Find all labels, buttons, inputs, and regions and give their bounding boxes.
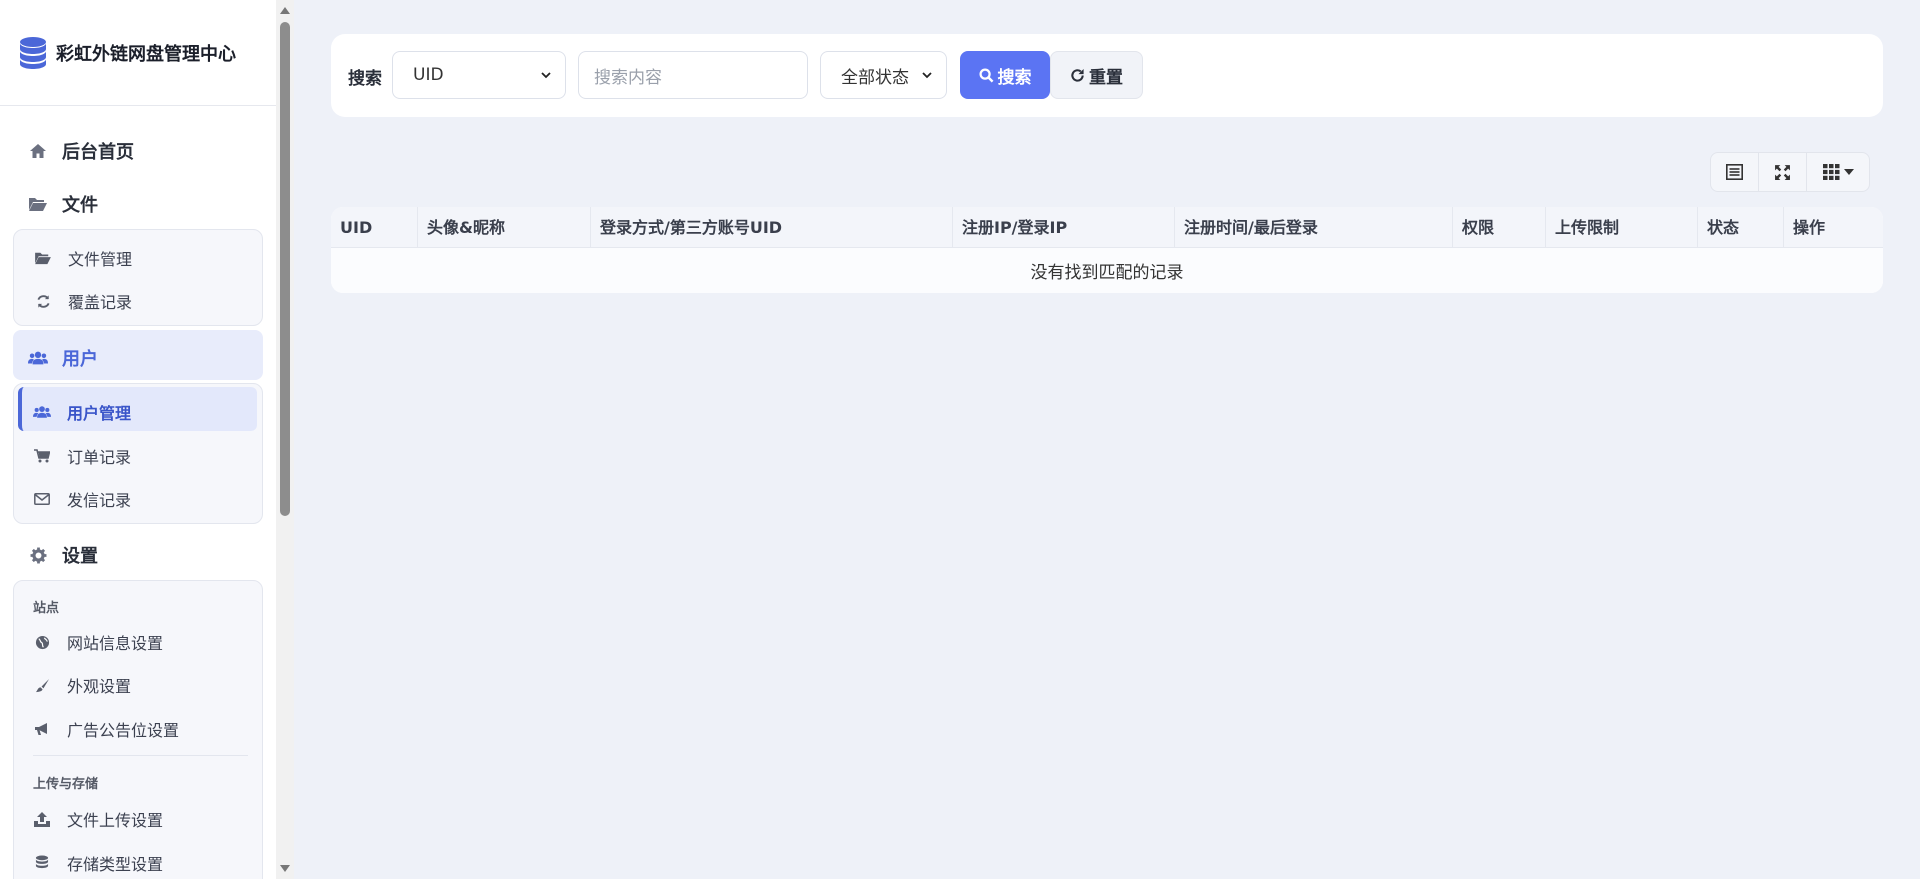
sidebar-item-overwrite-log[interactable]: 覆盖记录 bbox=[34, 289, 132, 313]
sidebar-item-mail-log[interactable]: 发信记录 bbox=[33, 487, 131, 511]
scrollbar-thumb[interactable] bbox=[280, 22, 290, 516]
search-input-placeholder: 搜索内容 bbox=[594, 67, 662, 88]
table-toolbar bbox=[1710, 152, 1870, 192]
column-header-avatar-nickname[interactable]: 头像&昵称 bbox=[417, 207, 590, 248]
chevron-down-icon bbox=[922, 72, 932, 79]
database-icon bbox=[20, 36, 46, 69]
chevron-down-icon bbox=[541, 72, 551, 79]
search-label: 搜索 bbox=[348, 69, 382, 89]
sidebar-item-label: 广告公告位设置 bbox=[67, 721, 180, 740]
column-header-time[interactable]: 注册时间/最后登录 bbox=[1174, 207, 1452, 248]
sidebar-item-label: 订单记录 bbox=[67, 448, 132, 467]
sidebar: 彩虹外链网盘管理中心 后台首页 文件 文件管理 覆盖记录 用户 用户管理 订单记… bbox=[0, 0, 294, 879]
nav-home[interactable]: 后台首页 bbox=[28, 138, 134, 164]
sidebar-item-ads[interactable]: 广告公告位设置 bbox=[33, 717, 179, 741]
nav-files[interactable]: 文件 bbox=[28, 191, 98, 217]
nav-settings[interactable]: 设置 bbox=[28, 542, 98, 568]
status-select[interactable]: 全部状态 bbox=[820, 51, 947, 99]
users-icon bbox=[28, 349, 48, 367]
sidebar-item-upload-settings[interactable]: 文件上传设置 bbox=[33, 807, 163, 831]
nav-settings-label: 设置 bbox=[62, 546, 98, 567]
user-table: UID 头像&昵称 登录方式/第三方账号UID 注册IP/登录IP 注册时间/最… bbox=[331, 207, 1883, 293]
app-title: 彩虹外链网盘管理中心 bbox=[56, 43, 236, 65]
sidebar-item-orders[interactable]: 订单记录 bbox=[33, 444, 131, 468]
sidebar-scrollbar[interactable] bbox=[276, 0, 294, 879]
list-icon bbox=[1726, 164, 1743, 180]
group-label-site: 站点 bbox=[33, 601, 60, 616]
envelope-icon bbox=[33, 491, 51, 507]
reset-button[interactable]: 重置 bbox=[1050, 51, 1143, 99]
column-header-ip[interactable]: 注册IP/登录IP bbox=[952, 207, 1174, 248]
folder-open-icon bbox=[34, 250, 52, 266]
search-button[interactable]: 搜索 bbox=[960, 51, 1050, 99]
brand[interactable]: 彩虹外链网盘管理中心 bbox=[0, 0, 276, 106]
divider bbox=[33, 755, 248, 756]
status-select-value: 全部状态 bbox=[841, 67, 909, 88]
sidebar-item-file-manage[interactable]: 文件管理 bbox=[34, 246, 132, 270]
database-icon bbox=[33, 855, 51, 871]
cart-icon bbox=[33, 448, 51, 464]
nav-users[interactable]: 用户 bbox=[28, 345, 98, 371]
bullhorn-icon bbox=[33, 721, 51, 737]
refresh-icon bbox=[34, 293, 52, 309]
sidebar-item-label: 文件上传设置 bbox=[67, 811, 164, 830]
column-header-uid[interactable]: UID bbox=[331, 207, 417, 248]
nav-files-label: 文件 bbox=[62, 195, 98, 216]
scroll-up-arrow-icon[interactable] bbox=[280, 7, 290, 14]
home-icon bbox=[28, 142, 48, 160]
fullscreen-button[interactable] bbox=[1759, 153, 1807, 191]
sidebar-item-label: 外观设置 bbox=[67, 677, 132, 696]
nav-users-label: 用户 bbox=[62, 349, 98, 370]
column-header-upload-limit[interactable]: 上传限制 bbox=[1545, 207, 1697, 248]
sidebar-item-label: 存储类型设置 bbox=[67, 855, 164, 874]
grid-icon bbox=[1822, 164, 1839, 180]
reset-button-label: 重置 bbox=[1089, 67, 1123, 88]
sidebar-item-label: 文件管理 bbox=[68, 250, 133, 269]
sidebar-item-label: 发信记录 bbox=[67, 491, 132, 510]
files-submenu: 文件管理 覆盖记录 bbox=[13, 229, 263, 326]
search-input[interactable]: 搜索内容 bbox=[578, 51, 808, 99]
sidebar-item-site-info[interactable]: 网站信息设置 bbox=[33, 630, 163, 654]
column-header-login-method[interactable]: 登录方式/第三方账号UID bbox=[590, 207, 952, 248]
card-view-button[interactable] bbox=[1711, 153, 1759, 191]
columns-toggle-button[interactable] bbox=[1807, 153, 1869, 191]
upload-icon bbox=[33, 811, 51, 827]
nav-home-label: 后台首页 bbox=[62, 142, 134, 163]
refresh-icon bbox=[1071, 68, 1084, 82]
sidebar-item-storage-type[interactable]: 存储类型设置 bbox=[33, 851, 163, 875]
sidebar-item-appearance[interactable]: 外观设置 bbox=[33, 673, 131, 697]
expand-icon bbox=[1775, 164, 1790, 180]
column-header-actions[interactable]: 操作 bbox=[1783, 207, 1883, 248]
sidebar-item-label: 用户管理 bbox=[67, 404, 132, 423]
search-field-value: UID bbox=[413, 65, 444, 85]
caret-down-icon bbox=[1843, 169, 1854, 175]
gear-icon bbox=[28, 546, 48, 564]
search-icon bbox=[978, 67, 993, 82]
globe-icon bbox=[33, 634, 51, 650]
sidebar-item-label: 覆盖记录 bbox=[68, 293, 133, 312]
users-icon bbox=[33, 404, 51, 420]
empty-message: 没有找到匹配的记录 bbox=[331, 248, 1883, 293]
table-header: UID 头像&昵称 登录方式/第三方账号UID 注册IP/登录IP 注册时间/最… bbox=[331, 207, 1883, 248]
search-button-label: 搜索 bbox=[997, 67, 1032, 88]
group-label-upload: 上传与存储 bbox=[33, 777, 99, 792]
sidebar-item-label: 网站信息设置 bbox=[67, 634, 164, 653]
brush-icon bbox=[33, 677, 51, 693]
folder-open-icon bbox=[28, 195, 48, 213]
column-header-permission[interactable]: 权限 bbox=[1452, 207, 1545, 248]
column-header-status[interactable]: 状态 bbox=[1697, 207, 1783, 248]
scroll-down-arrow-icon[interactable] bbox=[280, 865, 290, 872]
search-field-select[interactable]: UID bbox=[392, 51, 566, 99]
sidebar-item-user-manage[interactable]: 用户管理 bbox=[33, 400, 131, 424]
